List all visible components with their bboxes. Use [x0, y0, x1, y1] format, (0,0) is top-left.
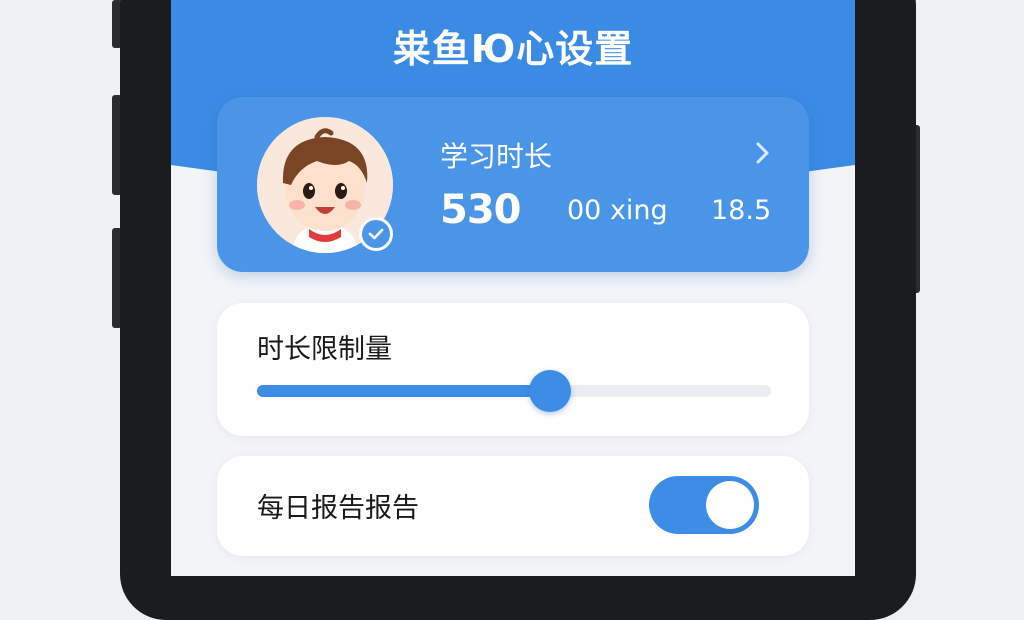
slider-fill	[257, 385, 550, 397]
time-limit-card: 时长限制量	[217, 303, 809, 436]
study-time-value: 530	[440, 187, 521, 233]
study-time-label: 学习时长	[440, 140, 553, 173]
checkmark-icon	[359, 217, 393, 251]
avatar[interactable]	[257, 117, 397, 257]
page-title: 粜鱼Ю心设置	[392, 27, 634, 71]
study-time-card[interactable]: 学习时长 530 00 xing 18.5	[217, 97, 809, 272]
app-screen: 粜鱼Ю心设置 学习时长 530 00 xing 18.5 时长限制量 每日报告报…	[171, 0, 855, 576]
daily-report-label: 每日报告报告	[257, 493, 419, 524]
study-time-unit: 00 xing	[567, 195, 668, 226]
daily-report-card: 每日报告报告	[217, 456, 809, 556]
study-time-secondary-value: 18.5	[711, 195, 772, 226]
chevron-right-icon[interactable]	[753, 139, 773, 167]
time-limit-label: 时长限制量	[257, 334, 392, 365]
slider-thumb[interactable]	[528, 370, 571, 412]
time-limit-slider[interactable]	[257, 370, 771, 412]
daily-report-toggle[interactable]	[649, 476, 759, 534]
toggle-knob	[706, 481, 754, 529]
